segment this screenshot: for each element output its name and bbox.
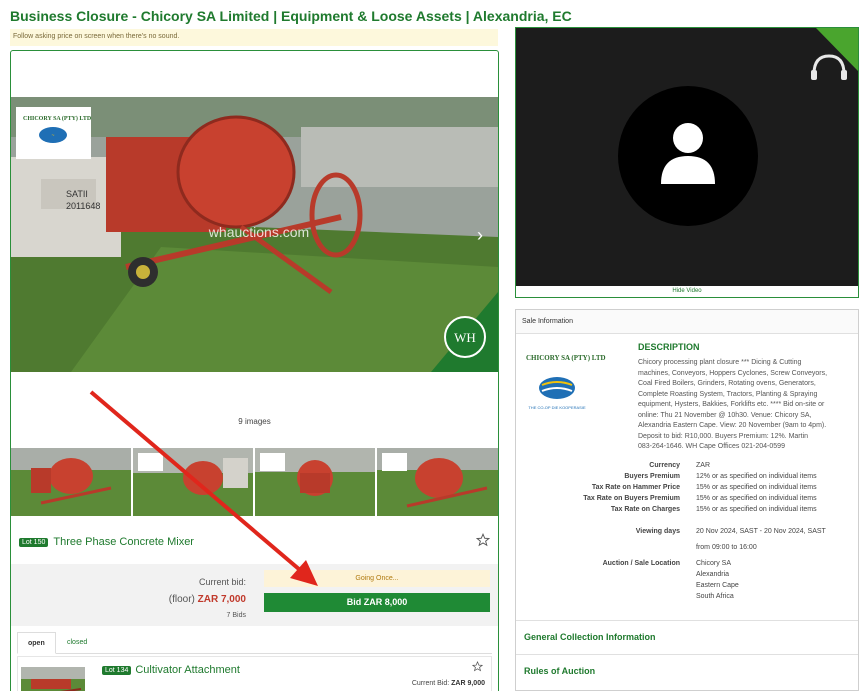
bids-count: 7 Bids <box>226 612 246 619</box>
description-line: Alexandria Eastern Cape. View: 20 Novemb… <box>638 422 827 429</box>
page-title: Business Closure - Chicory SA Limited | … <box>10 8 572 24</box>
sale-info-header: Sale Information <box>516 310 858 334</box>
viewing-days-value: 20 Nov 2024, SAST - 20 Nov 2024, SAST <box>696 528 826 535</box>
svg-text:2011648: 2011648 <box>66 201 100 211</box>
place-bid-button[interactable]: Bid ZAR 8,000 <box>264 593 490 612</box>
list-item-star-icon[interactable] <box>472 661 483 672</box>
description-line: 083-264-1646. WH Cape Offices 021-204-05… <box>638 443 785 450</box>
currency-value: ZAR <box>696 462 710 469</box>
list-item-current-bid: Current Bid: ZAR 9,000 <box>412 680 485 687</box>
tax-bp-value: 15% or as specified on individual items <box>696 495 817 502</box>
description-line: machines, Conveyors, Hoppers Cyclones, S… <box>638 369 828 377</box>
video-panel: Hide Video <box>515 27 859 298</box>
description-line: Complete Roasting System, Tractors, Plan… <box>638 390 818 398</box>
lot-number-badge: Lot 150 <box>19 537 49 547</box>
thumbnail-1[interactable] <box>11 448 131 516</box>
list-item-thumbnail <box>21 667 85 691</box>
tax-charges-label: Tax Rate on Charges <box>610 506 680 513</box>
list-item-name[interactable]: Cultivator Attachment <box>135 664 240 676</box>
thumbnail-strip <box>11 448 498 516</box>
lot-panel: SATII 2011648 CHICORY SA (PTY) LTD ~ wha… <box>10 50 499 691</box>
auction-status: Going Once... <box>264 570 490 587</box>
description-text: Chicory processing plant closure *** Dic… <box>638 358 848 453</box>
tab-open[interactable]: open <box>17 632 56 654</box>
viewing-days-label: Viewing days <box>635 528 680 535</box>
svg-text:CHICORY SA (PTY) LTD: CHICORY SA (PTY) LTD <box>526 354 606 362</box>
list-item-bid-amount: ZAR 9,000 <box>451 680 485 687</box>
lot-title-row: Lot 150 Three Phase Concrete Mixer <box>19 536 194 548</box>
location-line: Chicory SA <box>696 560 732 567</box>
floor-bid: (floor) ZAR 7,000 <box>169 594 246 605</box>
currency-label: Currency <box>649 462 680 469</box>
list-item-title: Lot 134 Cultivator Attachment <box>102 664 240 676</box>
description-line: Chicory processing plant closure *** Dic… <box>638 359 802 366</box>
sale-info-panel: Sale Information CHICORY SA (PTY) LTD TH… <box>515 309 859 691</box>
buyers-premium-label: Buyers Premium <box>624 473 680 480</box>
current-bid-label: Current bid: <box>198 577 246 587</box>
description-title: DESCRIPTION <box>638 342 700 352</box>
svg-text:CHICORY SA (PTY) LTD: CHICORY SA (PTY) LTD <box>23 115 92 122</box>
headset-icon[interactable] <box>811 54 847 80</box>
list-item-lot-badge: Lot 134 <box>102 665 132 675</box>
lot-main-image[interactable]: SATII 2011648 CHICORY SA (PTY) LTD ~ wha… <box>11 97 498 372</box>
description-line: equipment, Hysters, Bakkies, Forklifts e… <box>638 401 825 408</box>
tax-hammer-label: Tax Rate on Hammer Price <box>591 484 680 491</box>
thumbnail-4[interactable] <box>377 448 498 516</box>
image-watermark: whauctions.com <box>208 224 309 240</box>
list-item-bid-label: Current Bid: <box>411 680 450 687</box>
thumbnail-3[interactable] <box>255 448 375 516</box>
bid-area: Current bid: (floor) ZAR 7,000 7 Bids Go… <box>11 564 498 626</box>
description-line: Coal Fired Boilers, Grinders, Rotating o… <box>638 380 816 387</box>
location-label: Auction / Sale Location <box>602 560 680 567</box>
tab-closed[interactable]: closed <box>57 632 97 654</box>
rules-of-auction-accordion[interactable]: Rules of Auction <box>516 654 858 688</box>
watchlist-star-icon[interactable] <box>476 533 490 547</box>
thumbnail-2[interactable] <box>133 448 253 516</box>
tax-hammer-value: 15% or as specified on individual items <box>696 484 817 491</box>
location-line: Eastern Cape <box>696 582 739 589</box>
buyers-premium-value: 12% or as specified on individual items <box>696 473 817 480</box>
location-line: Alexandria <box>696 571 730 578</box>
svg-text:SATII: SATII <box>66 189 88 199</box>
viewing-hours-value: from 09:00 to 16:00 <box>696 544 757 551</box>
tax-bp-label: Tax Rate on Buyers Premium <box>583 495 680 502</box>
image-count: 9 images <box>238 417 271 426</box>
sound-notice: Follow asking price on screen when there… <box>10 29 498 46</box>
next-image-icon[interactable]: › <box>477 225 483 245</box>
description-line: online: Thu 21 November @ 10h30. Venue: … <box>638 411 812 419</box>
list-item[interactable]: Lot 134 Cultivator Attachment Current Bi… <box>17 656 492 691</box>
current-bid-amount: ZAR 7,000 <box>197 594 246 605</box>
svg-text:WH: WH <box>454 330 476 345</box>
general-collection-accordion[interactable]: General Collection Information <box>516 620 858 654</box>
floor-prefix: (floor) <box>168 594 195 605</box>
tax-charges-value: 15% or as specified on individual items <box>696 506 817 513</box>
lot-tabs: open closed <box>17 632 492 654</box>
lot-title-link[interactable]: Three Phase Concrete Mixer <box>53 536 194 548</box>
description-line: Deposit to bid: R10,000. Buyers Premium:… <box>638 432 809 440</box>
company-logo: CHICORY SA (PTY) LTD THE CO-OP DIE KOOPE… <box>524 350 634 420</box>
svg-text:~: ~ <box>52 133 55 139</box>
svg-text:THE CO-OP DIE KOOPERASIE: THE CO-OP DIE KOOPERASIE <box>528 405 586 410</box>
hide-video-link[interactable]: Hide Video <box>516 286 858 297</box>
location-line: South Africa <box>696 593 734 600</box>
